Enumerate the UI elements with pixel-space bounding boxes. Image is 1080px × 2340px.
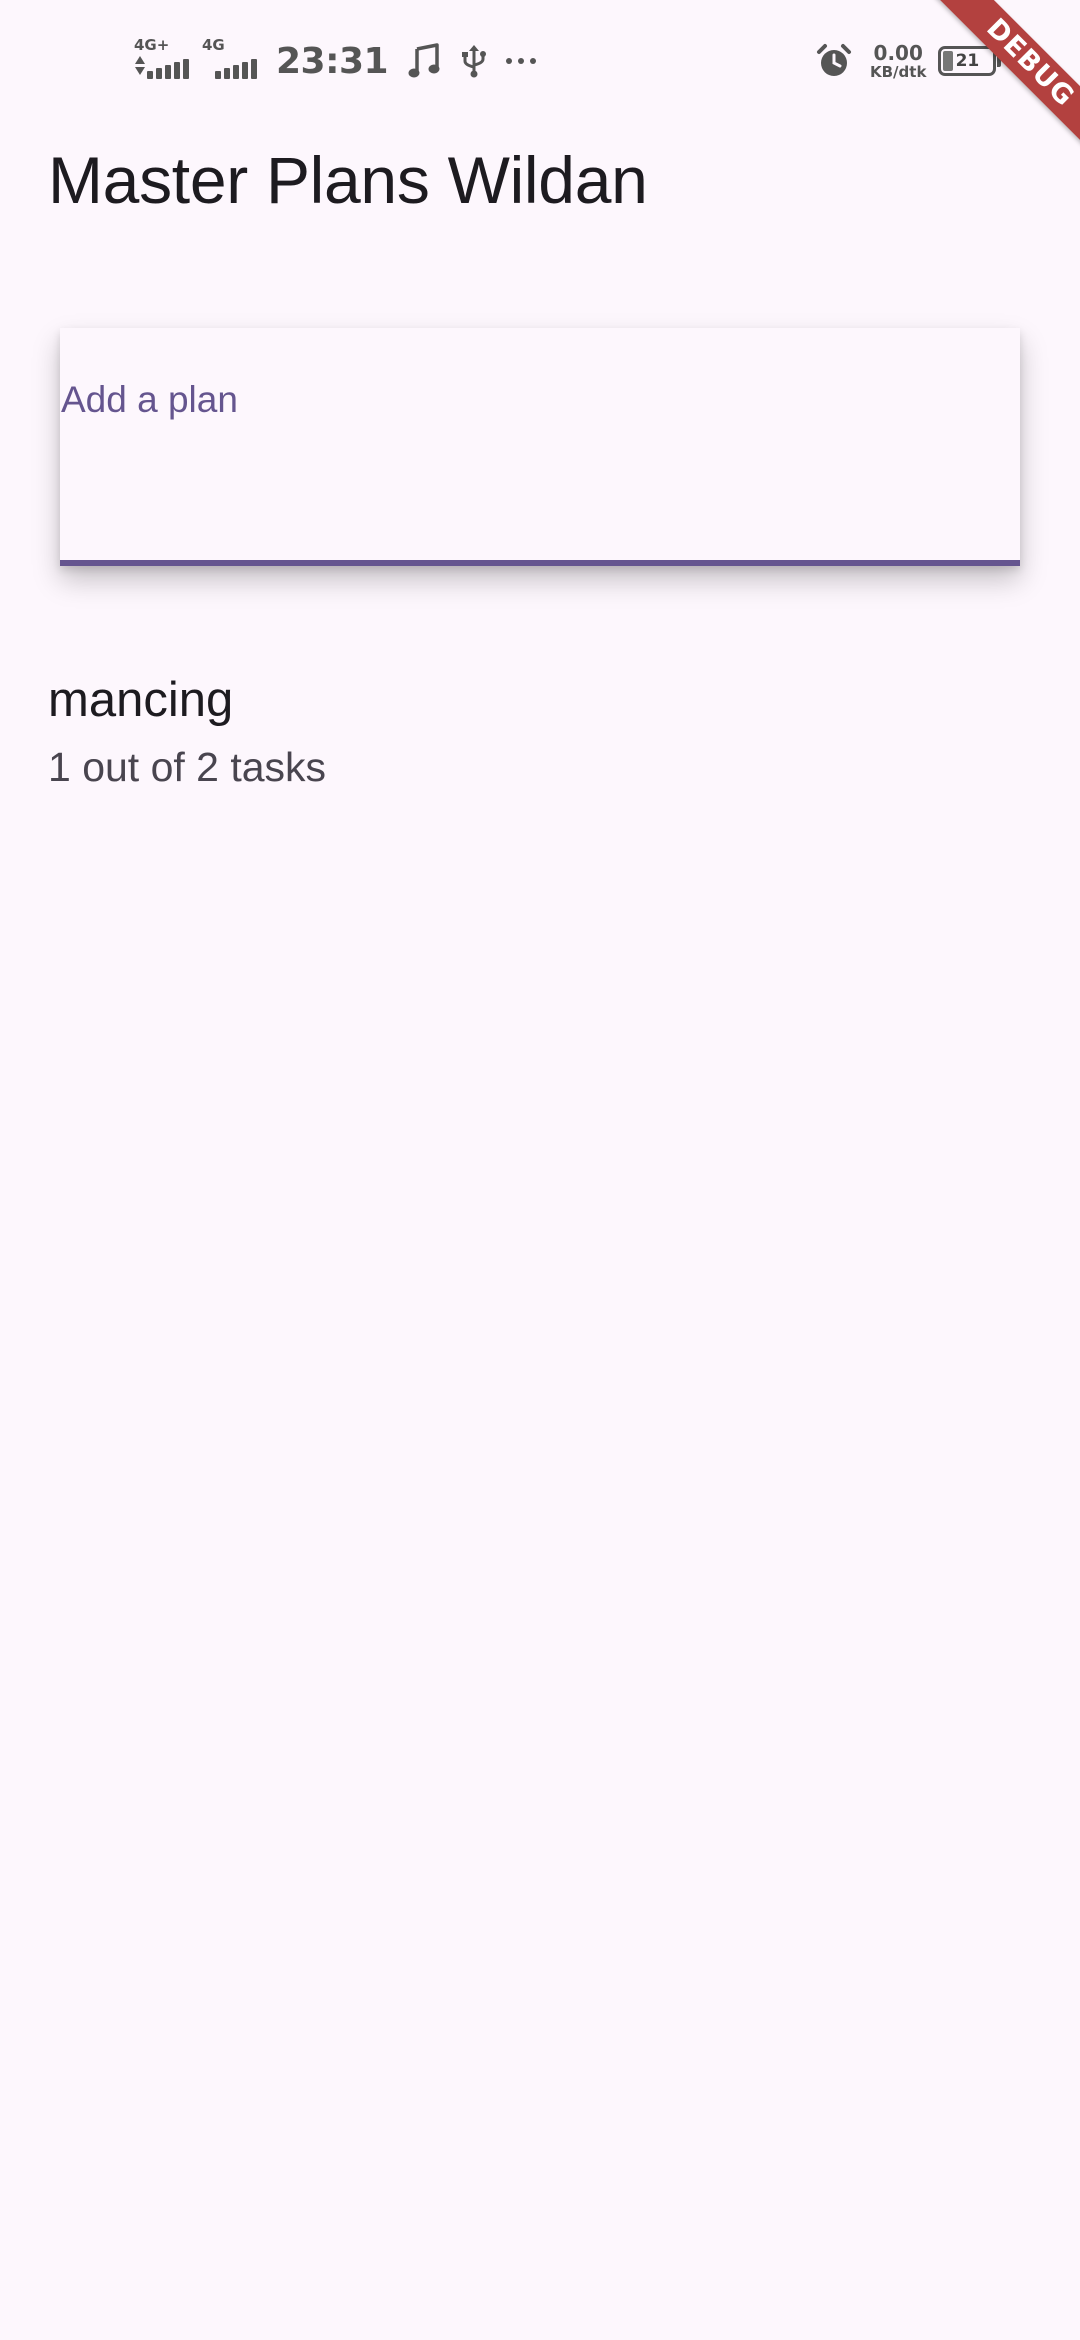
- data-activity-icon: [135, 56, 145, 76]
- network-type-label: 4G+: [134, 36, 170, 54]
- signal-bars-icon: [215, 59, 257, 79]
- add-plan-input[interactable]: [60, 328, 1020, 562]
- debug-banner: DEBUG: [910, 0, 1080, 170]
- status-bar-left: 4G+ 4G 23:31: [134, 34, 537, 88]
- music-note-icon: [402, 39, 446, 83]
- add-plan-underline: [60, 560, 1020, 566]
- add-plan-card: [60, 328, 1020, 566]
- debug-banner-label: DEBUG: [924, 0, 1080, 169]
- network-type-label: 4G: [202, 36, 225, 54]
- plan-progress: 1 out of 2 tasks: [48, 744, 327, 790]
- add-plan-label: Add a plan: [61, 379, 238, 420]
- page-title: Master Plans Wildan: [48, 143, 648, 217]
- usb-icon: [452, 39, 496, 83]
- signal-4g-plus-icon: 4G+: [134, 37, 190, 85]
- status-time: 23:31: [276, 40, 389, 82]
- plan-list-item[interactable]: mancing 1 out of 2 tasks: [0, 650, 1080, 800]
- alarm-clock-icon: [812, 39, 856, 83]
- signal-4g-icon: 4G: [202, 37, 258, 85]
- more-notifications-icon: [506, 58, 537, 64]
- signal-bars-icon: [147, 59, 189, 79]
- plan-title: mancing: [48, 673, 234, 727]
